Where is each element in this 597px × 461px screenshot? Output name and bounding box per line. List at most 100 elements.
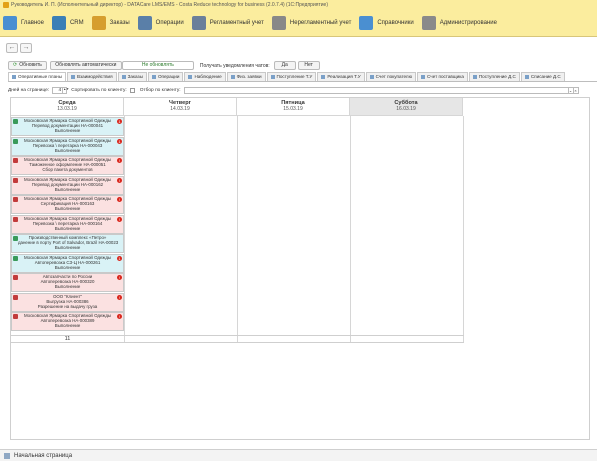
auto-refresh-button[interactable]: Обновлять автоматически bbox=[49, 61, 122, 70]
tab[interactable]: Списание Д.С bbox=[520, 72, 565, 81]
task-status-icon bbox=[13, 138, 18, 144]
task-card[interactable]: ! Московская Ярмарка Спортивной Одежды Пер… bbox=[11, 214, 124, 234]
days-input[interactable]: 4 bbox=[52, 87, 64, 94]
tab[interactable]: Оперативные планы bbox=[8, 72, 66, 81]
tab-label: Операции bbox=[157, 74, 180, 79]
task-card[interactable]: Производственный комплекс «Петро» данение… bbox=[11, 234, 124, 253]
tab[interactable]: Поступление Т.У bbox=[266, 72, 317, 81]
tab[interactable]: Счет покупателю bbox=[365, 72, 417, 81]
tab-icon bbox=[70, 75, 75, 79]
menu-item[interactable]: CRM bbox=[51, 13, 84, 33]
tab[interactable]: Заказы bbox=[117, 72, 147, 81]
tab-icon bbox=[472, 75, 477, 79]
toolbar: ⟳ Обновить Обновлять автоматически Не об… bbox=[0, 60, 597, 71]
refresh-button[interactable]: ⟳ Обновить bbox=[8, 61, 47, 70]
day-column-header[interactable]: Среда 13.03.19 bbox=[11, 98, 124, 116]
tab-icon bbox=[321, 75, 326, 79]
task-badge: ! bbox=[117, 216, 122, 222]
col-divider-3 bbox=[350, 116, 351, 343]
day-column-header[interactable]: Пятница 15.03.19 bbox=[237, 98, 350, 116]
yes-button[interactable]: Да bbox=[273, 61, 296, 70]
days-stepper[interactable]: ▲▼ bbox=[63, 87, 69, 94]
menu-item[interactable]: Главное bbox=[3, 13, 44, 33]
person-icon bbox=[271, 15, 286, 30]
task-card[interactable]: 1 Московская Ярмарка Спортивной Одежды Пер… bbox=[11, 136, 124, 156]
task-card-line: Московская Ярмарка Спортивной Одежды bbox=[23, 215, 112, 221]
forward-button[interactable]: → bbox=[20, 43, 32, 53]
task-card[interactable]: ! Автозапчасти по России Автоперевозка НА-… bbox=[11, 273, 124, 292]
day-date: 16.03.19 bbox=[396, 106, 416, 112]
task-card[interactable]: ! Московская Ярмарка Спортивной Одежды Авт… bbox=[11, 312, 124, 331]
menu-item[interactable]: Справочники bbox=[359, 13, 414, 33]
task-badge: ! bbox=[117, 275, 122, 280]
start-page-tab[interactable]: Начальная страница bbox=[14, 453, 72, 459]
task-card[interactable]: ! Московская Ярмарка Спортивной Одежды Пер… bbox=[11, 175, 124, 195]
no-button[interactable]: Нет bbox=[297, 61, 320, 70]
col-divider-1 bbox=[124, 116, 125, 343]
task-card-line: Разрешение на выдачу груза bbox=[37, 303, 98, 309]
tab[interactable]: Физ. заявки bbox=[226, 72, 266, 81]
task-card[interactable]: ! Московская Ярмарка Спортивной Одежды Сер… bbox=[11, 195, 124, 214]
task-badge: 1 bbox=[117, 119, 122, 124]
tab[interactable]: Наблюдение bbox=[184, 72, 226, 81]
client-filter-label: Отбор по клиенту: bbox=[139, 88, 181, 93]
task-card[interactable]: 1 Московская Ярмарка Спортивной Одежды Пер… bbox=[11, 117, 124, 136]
home-icon bbox=[3, 15, 17, 30]
menu-item[interactable]: Заказы bbox=[91, 13, 130, 33]
menu-item[interactable]: Операции bbox=[137, 13, 184, 33]
menu-item[interactable]: Нерегламентный учет bbox=[271, 13, 351, 33]
task-card-line: Выполнение bbox=[54, 128, 81, 134]
tab-label: Взаимодействия bbox=[76, 74, 113, 79]
title-bar: Руководитель И. П. (Исполнительный дирек… bbox=[0, 0, 597, 9]
task-card[interactable]: ! ООО "Клиент" Выгрузка НА-000386 Разрешени… bbox=[11, 292, 124, 312]
day-column-header[interactable]: Суббота 16.03.19 bbox=[350, 98, 463, 116]
no-refresh-button[interactable]: Не обновлять bbox=[121, 61, 194, 70]
tab-icon bbox=[121, 75, 126, 79]
book-icon bbox=[359, 15, 374, 30]
planner-grid: Среда 13.03.19 Четверг 14.03.19 Пятница 15.03… bbox=[10, 97, 590, 440]
task-card[interactable]: ! Московская Ярмарка Спортивной Одежды Там… bbox=[11, 156, 124, 175]
orders-icon bbox=[91, 15, 106, 30]
tab-label: Поступление Т.У bbox=[276, 74, 313, 79]
day-column-header[interactable]: Четверг 14.03.19 bbox=[124, 98, 237, 116]
nav-bar: ← → bbox=[0, 41, 597, 55]
client-filter-clear[interactable]: × bbox=[573, 87, 579, 94]
tab-label: Поступление Д.С bbox=[478, 74, 516, 79]
task-badge: ! bbox=[117, 177, 122, 183]
window-title: Руководитель И. П. (Исполнительный дирек… bbox=[11, 1, 328, 8]
tab-icon bbox=[270, 75, 275, 79]
task-status-icon bbox=[13, 177, 18, 183]
chat-notifications-label: Получать уведомления чатов: bbox=[199, 62, 270, 69]
menu-item-label: Администрирование bbox=[439, 19, 497, 26]
menu-item-label: CRM bbox=[69, 19, 84, 26]
back-button[interactable]: ← bbox=[6, 43, 18, 53]
client-filter-input[interactable] bbox=[183, 87, 569, 94]
tab-icon bbox=[230, 75, 235, 79]
tab[interactable]: Операции bbox=[147, 72, 184, 81]
tab[interactable]: Реализация Т.У bbox=[317, 72, 365, 81]
top-menu: Главное CRM Заказы Операции Регламентный уче… bbox=[0, 9, 597, 37]
menu-item-label: Главное bbox=[21, 19, 44, 26]
menu-item-label: Заказы bbox=[109, 19, 130, 26]
task-card-line: Московская Ярмарка Спортивной Одежды bbox=[23, 254, 112, 260]
task-card[interactable]: 1 Московская Ярмарка Спортивной Одежды Авт… bbox=[11, 253, 124, 273]
task-status-icon bbox=[13, 216, 18, 222]
task-badge: ! bbox=[117, 294, 122, 300]
col-divider-2 bbox=[237, 116, 238, 343]
sort-checkbox[interactable] bbox=[129, 88, 135, 93]
tab-icon bbox=[151, 75, 156, 79]
day-date: 15.03.19 bbox=[283, 106, 303, 112]
tab[interactable]: Счет поставщика bbox=[417, 72, 468, 81]
menu-item[interactable]: Регламентный учет bbox=[191, 13, 264, 33]
days-label: Дней на странице: bbox=[8, 88, 50, 93]
tab-icon bbox=[524, 75, 529, 79]
tab-bar: Оперативные планы Взаимодействия Заказы Опе… bbox=[8, 72, 597, 82]
tab-icon bbox=[188, 75, 193, 79]
task-status-icon bbox=[13, 294, 18, 300]
tab[interactable]: Поступление Д.С bbox=[468, 72, 520, 81]
gear-icon bbox=[421, 15, 436, 30]
tab-label: Заказы bbox=[127, 74, 143, 79]
calculator-icon bbox=[191, 15, 206, 30]
menu-item[interactable]: Администрирование bbox=[421, 13, 497, 33]
tab[interactable]: Взаимодействия bbox=[66, 72, 117, 81]
